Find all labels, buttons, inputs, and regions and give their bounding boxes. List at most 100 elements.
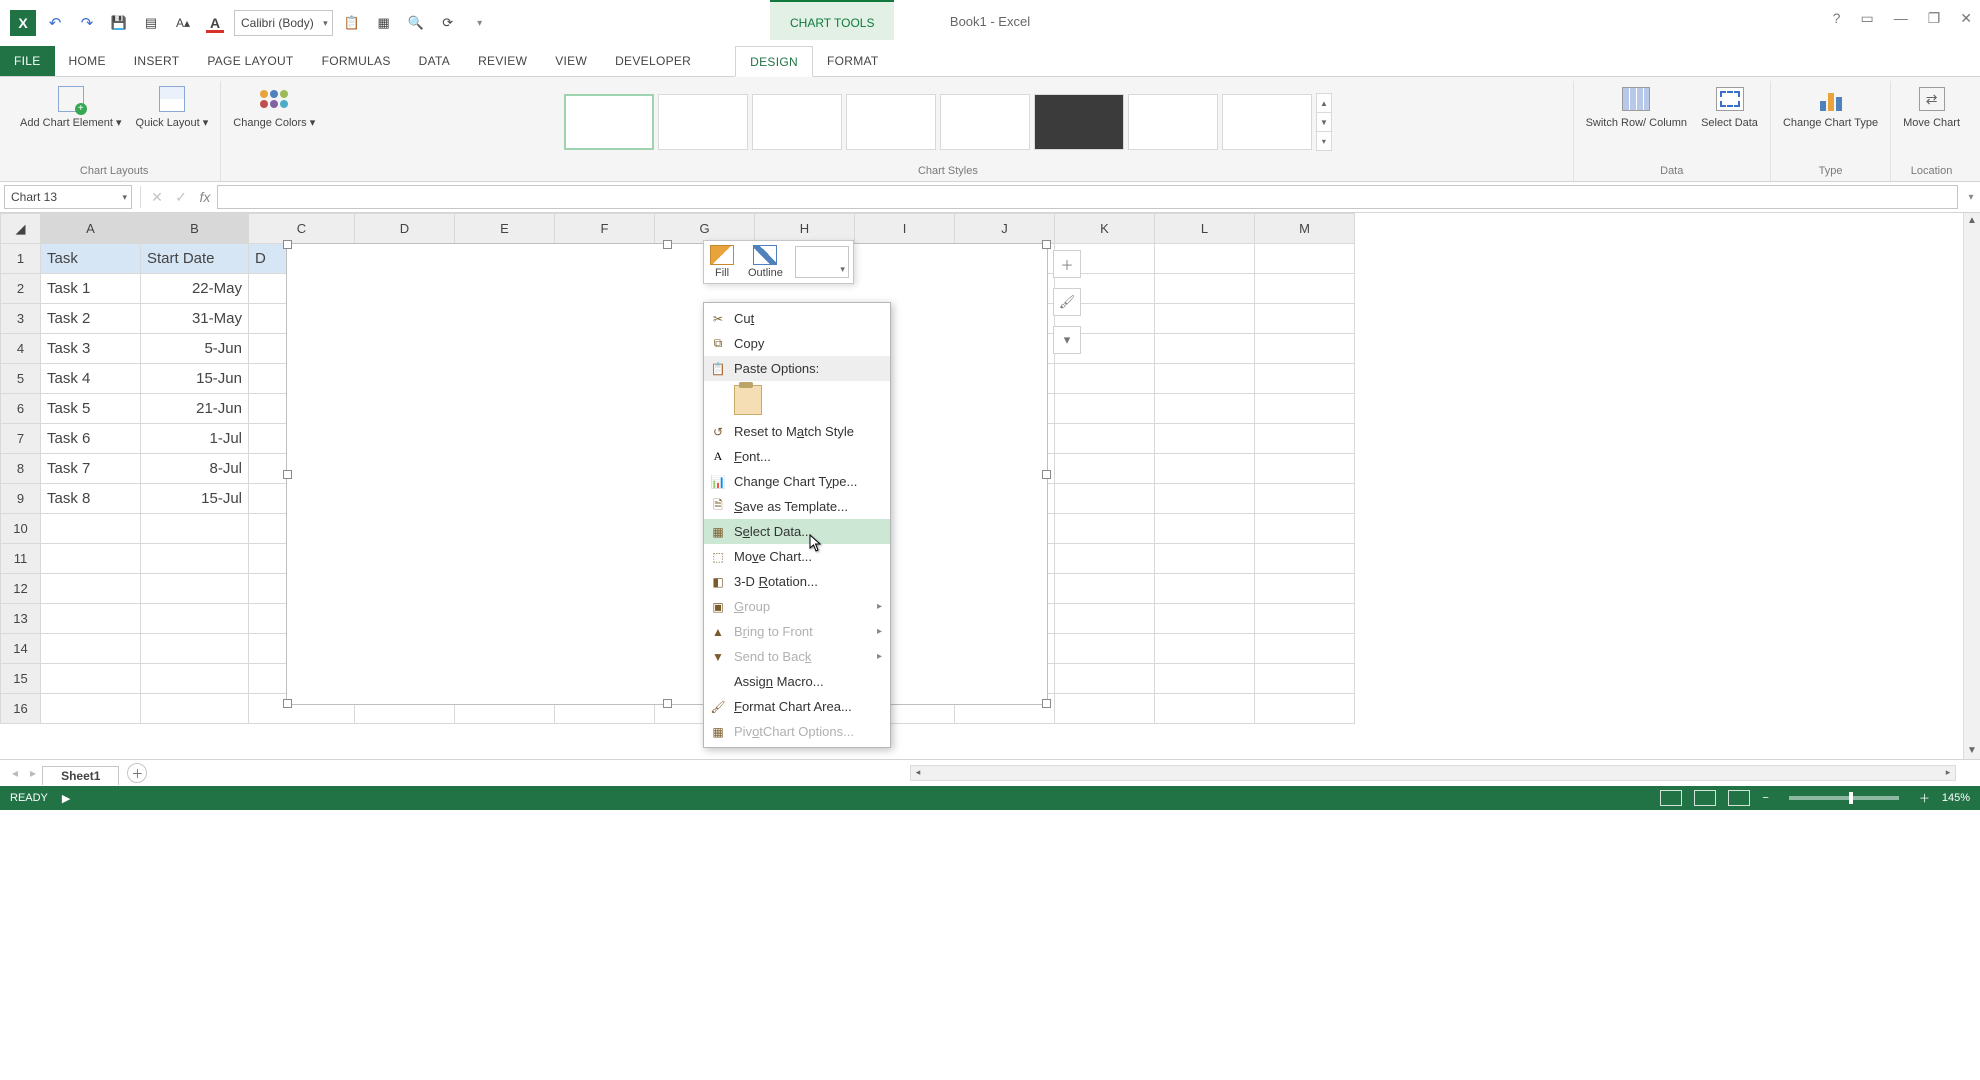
scroll-up-icon[interactable]: ▲ bbox=[1964, 213, 1980, 229]
ctx-cut[interactable]: ✂Cut bbox=[704, 306, 890, 331]
tab-developer[interactable]: DEVELOPER bbox=[601, 46, 705, 76]
quick-layout-button[interactable]: Quick Layout ▾ bbox=[132, 81, 213, 132]
formula-input[interactable] bbox=[217, 185, 1958, 209]
scroll-down-icon[interactable]: ▼ bbox=[1964, 743, 1980, 759]
cell[interactable]: Task 3 bbox=[41, 334, 141, 364]
cell[interactable]: 22-May bbox=[141, 274, 249, 304]
cell[interactable]: 8-Jul bbox=[141, 454, 249, 484]
col-header-E[interactable]: E bbox=[455, 214, 555, 244]
tab-page-layout[interactable]: PAGE LAYOUT bbox=[193, 46, 307, 76]
tab-view[interactable]: VIEW bbox=[541, 46, 601, 76]
minimize-icon[interactable]: — bbox=[1894, 10, 1908, 27]
cell-B1[interactable]: Start Date bbox=[141, 244, 249, 274]
redo-button[interactable]: ↷ bbox=[74, 10, 100, 36]
ctx-reset-to-match-style[interactable]: ↺Reset to Match Style bbox=[704, 419, 890, 444]
mini-outline-button[interactable]: Outline bbox=[746, 245, 785, 279]
col-header-M[interactable]: M bbox=[1255, 214, 1355, 244]
change-colors-button[interactable]: Change Colors ▾ bbox=[229, 81, 319, 132]
chart-style-7[interactable] bbox=[1128, 94, 1218, 150]
ctx-change-chart-type[interactable]: 📊Change Chart Type... bbox=[704, 469, 890, 494]
cell-A1[interactable]: Task bbox=[41, 244, 141, 274]
chart-elements-plus-icon[interactable]: ＋ bbox=[1053, 250, 1081, 278]
zoom-slider[interactable] bbox=[1789, 796, 1899, 800]
restore-icon[interactable]: ❐ bbox=[1928, 10, 1941, 27]
cell[interactable]: 1-Jul bbox=[141, 424, 249, 454]
sheet-nav-next[interactable]: ▸ bbox=[24, 766, 42, 780]
select-data-button[interactable]: Select Data bbox=[1697, 81, 1762, 132]
chart-styles-brush-icon[interactable]: 🖌 bbox=[1053, 288, 1081, 316]
col-header-F[interactable]: F bbox=[555, 214, 655, 244]
col-header-K[interactable]: K bbox=[1055, 214, 1155, 244]
row-header[interactable]: 6 bbox=[1, 394, 41, 424]
zoom-button[interactable]: 🔍 bbox=[403, 10, 429, 36]
cell[interactable]: Task 4 bbox=[41, 364, 141, 394]
worksheet-area[interactable]: ◢ A B C D E F G H I J K L M 1 Task Start… bbox=[0, 213, 1980, 759]
scroll-right-icon[interactable]: ▸ bbox=[1941, 766, 1955, 778]
cell[interactable]: Task 7 bbox=[41, 454, 141, 484]
chart-style-2[interactable] bbox=[658, 94, 748, 150]
cell[interactable]: 31-May bbox=[141, 304, 249, 334]
ctx-copy[interactable]: ⧉Copy bbox=[704, 331, 890, 356]
chart-style-3[interactable] bbox=[752, 94, 842, 150]
view-normal-icon[interactable] bbox=[1660, 790, 1682, 806]
mini-shape-style[interactable] bbox=[795, 246, 849, 278]
row-header[interactable]: 16 bbox=[1, 694, 41, 724]
row-header[interactable]: 14 bbox=[1, 634, 41, 664]
qat-customize-button[interactable]: ▾ bbox=[467, 10, 493, 36]
select-all-cell[interactable]: ◢ bbox=[1, 214, 41, 244]
row-header[interactable]: 9 bbox=[1, 484, 41, 514]
move-chart-button[interactable]: ⇄ Move Chart bbox=[1899, 81, 1964, 132]
chart-style-8[interactable] bbox=[1222, 94, 1312, 150]
add-chart-element-button[interactable]: Add Chart Element ▾ bbox=[16, 81, 126, 132]
cell[interactable]: 15-Jul bbox=[141, 484, 249, 514]
mini-fill-button[interactable]: Fill bbox=[708, 245, 736, 279]
ctx-move-chart[interactable]: ⬚Move Chart... bbox=[704, 544, 890, 569]
scroll-left-icon[interactable]: ◂ bbox=[911, 766, 925, 778]
chart-style-1[interactable] bbox=[564, 94, 654, 150]
row-header[interactable]: 8 bbox=[1, 454, 41, 484]
tab-review[interactable]: REVIEW bbox=[464, 46, 541, 76]
chart-style-5[interactable] bbox=[940, 94, 1030, 150]
help-icon[interactable]: ? bbox=[1833, 10, 1841, 27]
chart-filter-funnel-icon[interactable]: ▾ bbox=[1053, 326, 1081, 354]
row-header[interactable]: 11 bbox=[1, 544, 41, 574]
tab-formulas[interactable]: FORMULAS bbox=[308, 46, 405, 76]
row-header[interactable]: 4 bbox=[1, 334, 41, 364]
font-size-increase-button[interactable]: A▴ bbox=[170, 10, 196, 36]
save-button[interactable]: 💾 bbox=[106, 10, 132, 36]
new-sheet-button[interactable]: ＋ bbox=[127, 763, 147, 783]
sheet-tab-sheet1[interactable]: Sheet1 bbox=[42, 766, 119, 785]
excel-app-icon[interactable]: X bbox=[10, 10, 36, 36]
horizontal-scrollbar[interactable]: ◂ ▸ bbox=[910, 765, 1956, 781]
cell[interactable]: 5-Jun bbox=[141, 334, 249, 364]
close-icon[interactable]: ✕ bbox=[1960, 10, 1972, 27]
zoom-in-icon[interactable]: ＋ bbox=[1919, 790, 1930, 806]
font-color-button[interactable]: A bbox=[202, 10, 228, 36]
chart-style-6[interactable] bbox=[1034, 94, 1124, 150]
new-sheet-button[interactable]: ▦ bbox=[371, 10, 397, 36]
ctx-font[interactable]: AFont... bbox=[704, 444, 890, 469]
zoom-out-icon[interactable]: − bbox=[1762, 792, 1768, 804]
tab-data[interactable]: DATA bbox=[405, 46, 464, 76]
col-header-J[interactable]: J bbox=[955, 214, 1055, 244]
row-header[interactable]: 12 bbox=[1, 574, 41, 604]
name-box[interactable]: Chart 13 bbox=[4, 185, 132, 209]
row-header[interactable]: 15 bbox=[1, 664, 41, 694]
sheet-nav-prev[interactable]: ◂ bbox=[6, 766, 24, 780]
tab-design[interactable]: DESIGN bbox=[735, 46, 813, 77]
font-name-combo[interactable]: Calibri (Body) bbox=[234, 10, 333, 36]
row-header[interactable]: 2 bbox=[1, 274, 41, 304]
row-header[interactable]: 13 bbox=[1, 604, 41, 634]
embedded-chart[interactable]: ＋ 🖌 ▾ Fill Outline ✂Cut ⧉Copy 📋Paste Opt… bbox=[286, 243, 1048, 705]
gallery-scroll[interactable]: ▲▼▾ bbox=[1316, 93, 1332, 150]
tab-insert[interactable]: INSERT bbox=[120, 46, 194, 76]
cell[interactable]: Task 1 bbox=[41, 274, 141, 304]
ctx-select-data[interactable]: ▦Select Data... bbox=[704, 519, 890, 544]
ctx-3d-rotation[interactable]: ◧3-D Rotation... bbox=[704, 569, 890, 594]
ctx-save-as-template[interactable]: 🗎Save as Template... bbox=[704, 494, 890, 519]
view-page-break-icon[interactable] bbox=[1728, 790, 1750, 806]
tab-file[interactable]: FILE bbox=[0, 46, 55, 76]
refresh-button[interactable]: ⟳ bbox=[435, 10, 461, 36]
cell[interactable]: Task 8 bbox=[41, 484, 141, 514]
col-header-D[interactable]: D bbox=[355, 214, 455, 244]
